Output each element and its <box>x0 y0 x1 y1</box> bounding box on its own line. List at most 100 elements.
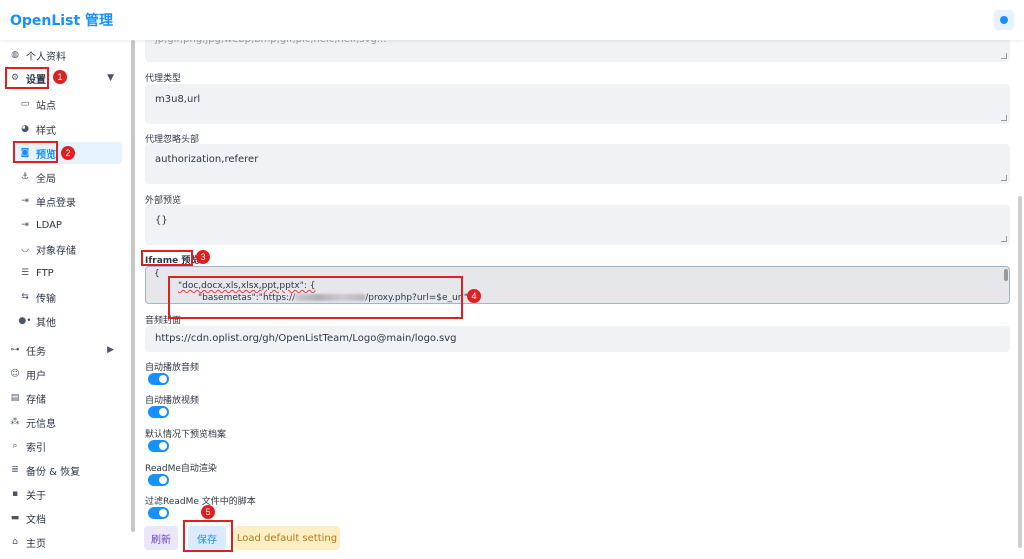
resize-handle-icon[interactable] <box>1001 115 1007 121</box>
field-value: m3u8,url <box>155 94 201 105</box>
toggle-knob <box>159 509 167 517</box>
toggle-label: 自动播放音频 <box>145 363 200 373</box>
resize-handle-icon[interactable] <box>1001 53 1007 59</box>
database-icon: ≣ <box>11 465 19 475</box>
sidebar-item-docs[interactable]: ▬ 文档 <box>8 507 122 529</box>
proxy-types-label: 代理类型 <box>145 74 182 84</box>
sidebar-item-about[interactable]: ▪ 关于 <box>8 483 122 505</box>
brand-title[interactable]: OpenList 管理 <box>10 10 113 30</box>
sidebar-item-label: 用户 <box>26 370 46 382</box>
sidebar-item-label: 其他 <box>36 317 56 329</box>
sidebar-item-other[interactable]: ●• 其他 <box>14 310 122 332</box>
sidebar-item-label: 全局 <box>36 173 56 185</box>
sidebar-item-global[interactable]: ⚓ 全局 <box>14 166 122 188</box>
sidebar-item-transfer[interactable]: ⇆ 传输 <box>14 286 122 308</box>
code-line: { <box>154 269 160 279</box>
globe-icon: ◍ <box>11 50 19 60</box>
readme-autorender-toggle[interactable] <box>148 474 169 486</box>
chevron-right-icon: ▶ <box>107 345 114 355</box>
sidebar-item-ldap[interactable]: ⇥ LDAP <box>14 214 122 236</box>
chat-icon: ▪ <box>11 489 19 499</box>
sidebar-item-users[interactable]: ☺ 用户 <box>8 363 122 385</box>
field-value: authorization,referer <box>155 154 259 165</box>
home-icon: ⌂ <box>12 537 18 547</box>
save-button[interactable]: 保存 <box>188 526 226 550</box>
sidebar-scrollbar[interactable] <box>131 40 135 532</box>
sidebar-item-label: FTP <box>36 267 54 279</box>
sidebar-item-label: 个人资料 <box>26 51 66 63</box>
sidebar-item-backup[interactable]: ≣ 备份 & 恢复 <box>8 459 122 481</box>
redacted-domain <box>295 294 366 301</box>
autoplay-video-toggle[interactable] <box>148 406 169 418</box>
audio-cover-input[interactable]: https://cdn.oplist.org/gh/OpenListTeam/L… <box>145 326 1010 352</box>
sidebar-item-meta[interactable]: ⁂ 元信息 <box>8 411 122 433</box>
code-line: "basemetas":"https:// /proxy.php?url=$e_u… <box>198 293 471 303</box>
meta-icon: ⁂ <box>10 417 20 427</box>
annotation-number: 4 <box>467 289 481 303</box>
iframe-preview-field[interactable]: { "doc,docx,xls,xlsx,ppt,pptx": { "basem… <box>145 266 1010 304</box>
server-icon: ☰ <box>20 268 30 278</box>
resize-handle-icon[interactable] <box>1001 175 1007 181</box>
refresh-button[interactable]: 刷新 <box>144 526 178 550</box>
toggle-knob <box>159 442 167 450</box>
annotation-number: 1 <box>53 70 67 84</box>
camera-icon: ◙ <box>20 148 30 158</box>
filter-readme-scripts-toggle[interactable] <box>148 507 169 519</box>
storage-icon: ▤ <box>10 393 20 403</box>
sidebar-item-index[interactable]: ⌕ 索引 <box>8 435 122 457</box>
sidebar-item-label: 站点 <box>36 100 56 112</box>
sidebar-item-label: 元信息 <box>26 418 56 430</box>
user-icon: ☺ <box>10 369 20 379</box>
sidebar-item-ftp[interactable]: ☰ FTP <box>14 262 122 284</box>
dots-icon: ●• <box>18 316 32 326</box>
toggle-knob <box>159 408 167 416</box>
field-value: {} <box>155 215 168 226</box>
sidebar: ◍ 个人资料 ⚙ 设置 ▼ ▭ 站点 ◕ 样式 ◙ 预览 ⚓ 全局 ⇥ 单点登录 ⇥ LDAP ◡… <box>0 40 130 559</box>
code-fragment: "basemetas":"https:// <box>198 293 296 303</box>
sidebar-item-label: 样式 <box>36 125 56 137</box>
sidebar-item-profile[interactable]: ◍ 个人资料 <box>8 44 122 66</box>
settings-form: jp,gif,png,jpg,webp,bmp,gif,pic,heic,hei… <box>140 32 1010 559</box>
proxy-types-field[interactable]: m3u8,url <box>145 84 1010 124</box>
toggle-knob <box>159 375 167 383</box>
theme-icon <box>1000 16 1008 24</box>
transfer-icon: ⇆ <box>21 292 29 302</box>
sidebar-item-s3[interactable]: ◡ 对象存储 <box>14 238 122 260</box>
book-icon: ▬ <box>10 513 20 523</box>
sidebar-item-tasks[interactable]: ⊶ 任务 ▶ <box>8 339 122 361</box>
autoplay-audio-toggle[interactable] <box>148 373 169 385</box>
external-preview-field[interactable]: {} <box>145 205 1010 245</box>
login-icon: ⇥ <box>21 220 29 230</box>
preview-archives-toggle[interactable] <box>148 440 169 452</box>
sidebar-item-label: 单点登录 <box>36 197 76 209</box>
field-scrollbar[interactable] <box>1004 269 1008 281</box>
proxy-ignore-headers-field[interactable]: authorization,referer <box>145 144 1010 184</box>
sidebar-item-home[interactable]: ⌂ 主页 <box>8 531 122 553</box>
audio-cover-label: 音频封面 <box>145 316 182 326</box>
sidebar-item-label: 任务 <box>26 346 46 358</box>
page-scrollbar[interactable] <box>1018 196 1022 548</box>
annotation-number: 3 <box>196 250 210 264</box>
anchor-icon: ⚓ <box>20 172 30 182</box>
sidebar-item-label: 备份 & 恢复 <box>26 466 81 478</box>
login-icon: ⇥ <box>21 196 29 206</box>
toggle-label: 默认情况下预览档案 <box>145 430 227 440</box>
sidebar-item-label: 传输 <box>36 293 56 305</box>
theme-toggle-button[interactable] <box>994 10 1014 30</box>
window-icon: ▭ <box>20 99 30 109</box>
code-fragment: /proxy.php?url=$e_url", <box>365 293 471 303</box>
sidebar-item-label: LDAP <box>36 219 62 231</box>
sidebar-item-style[interactable]: ◕ 样式 <box>14 118 122 140</box>
toggle-label: 自动播放视频 <box>145 396 200 406</box>
sidebar-item-label: 设置 <box>26 74 46 86</box>
toggle-knob <box>159 476 167 484</box>
resize-handle-icon[interactable] <box>1001 236 1007 242</box>
sidebar-item-storage[interactable]: ▤ 存储 <box>8 387 122 409</box>
toggle-label: ReadMe自动渲染 <box>145 464 217 474</box>
gear-icon: ⚙ <box>10 73 20 83</box>
sidebar-item-sso[interactable]: ⇥ 单点登录 <box>14 190 122 212</box>
code-line: "doc,docx,xls,xlsx,ppt,pptx": { <box>178 281 316 291</box>
sidebar-item-label: 存储 <box>26 394 46 406</box>
sidebar-item-site[interactable]: ▭ 站点 <box>14 93 122 115</box>
load-default-button[interactable]: Load default setting <box>234 526 340 550</box>
